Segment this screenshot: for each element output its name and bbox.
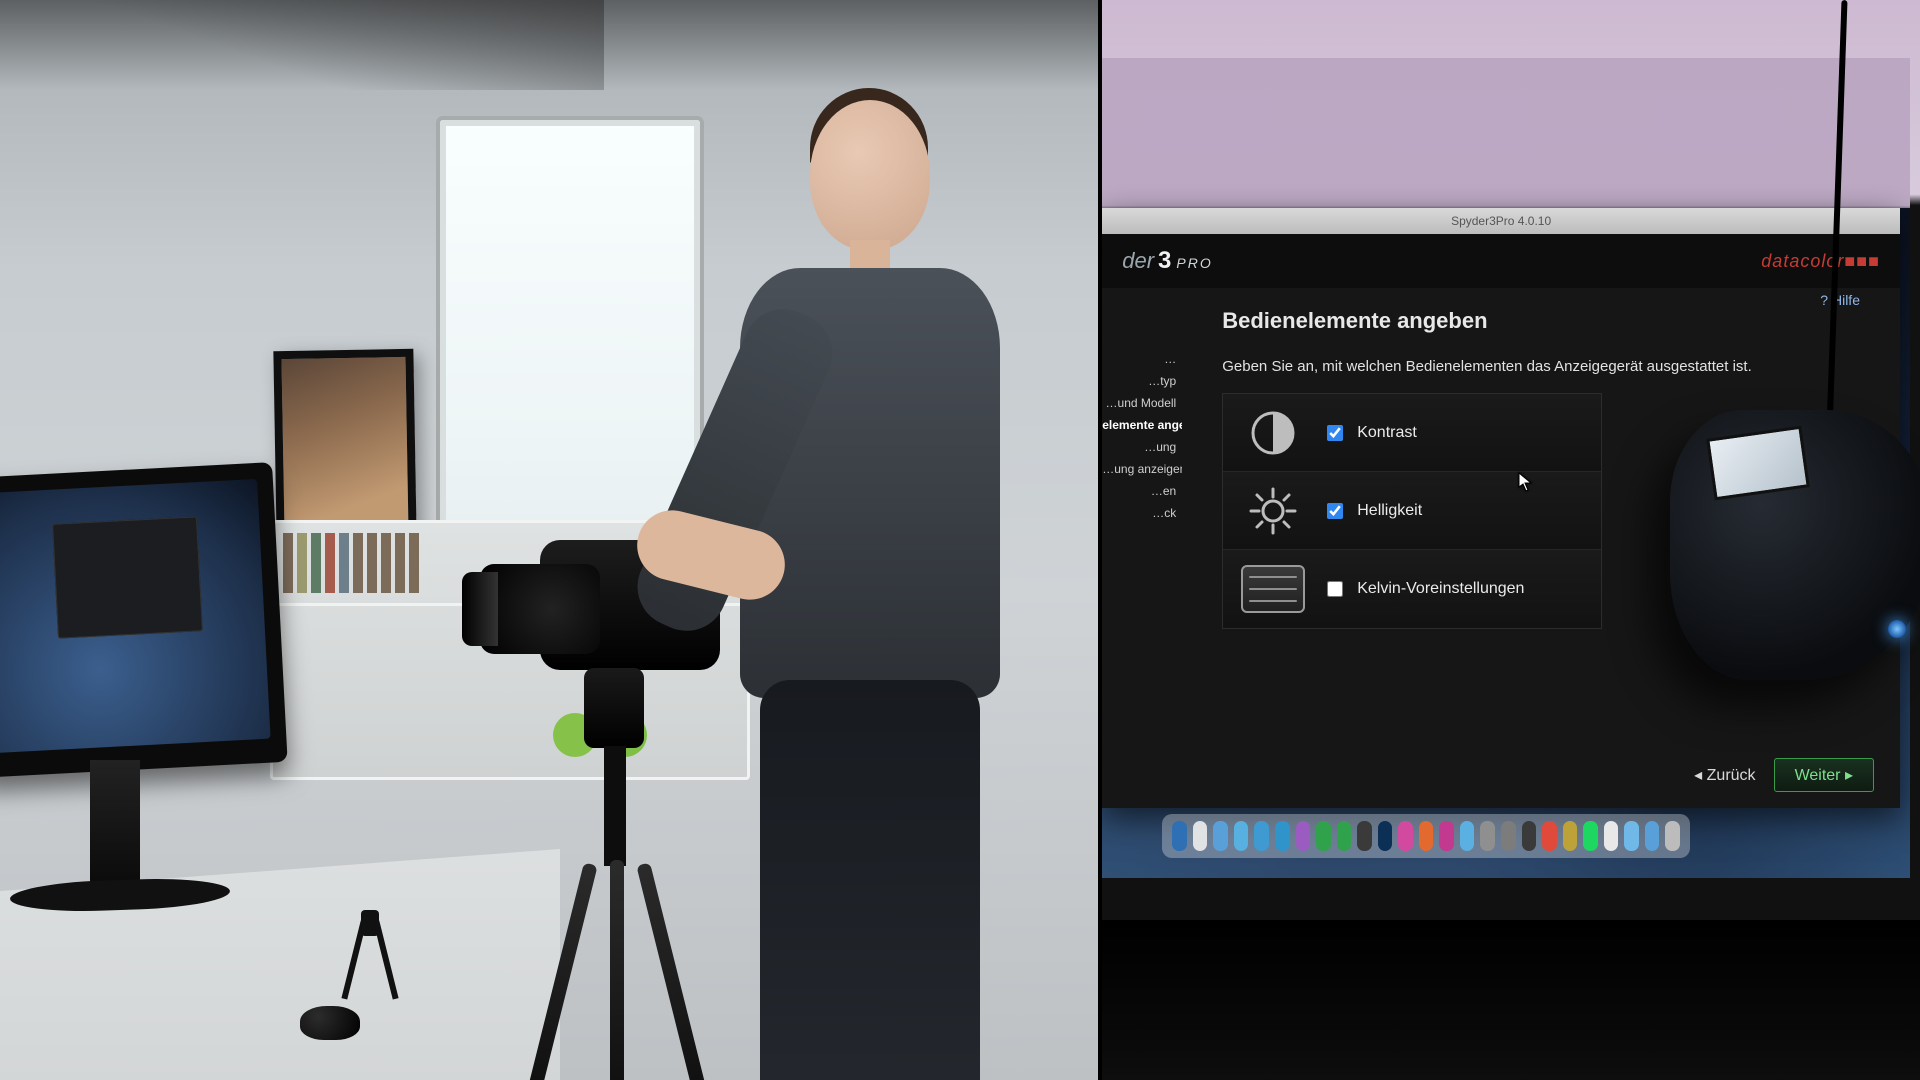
wizard-step[interactable]: …ung — [1102, 436, 1182, 458]
camera-lens — [480, 564, 600, 654]
wizard-step[interactable]: …ung anzeigen — [1102, 458, 1182, 480]
monitor-base — [10, 876, 231, 914]
page-subtitle: Geben Sie an, mit welchen Bedienelemente… — [1222, 358, 1860, 375]
dock-app-icon[interactable] — [1460, 821, 1475, 851]
monitor-frame: Spyder3Pro 4.0.10 der 3 PRO datacolor■■■… — [1098, 0, 1920, 1080]
back-button-label: Zurück — [1707, 767, 1756, 784]
dock-app-icon[interactable] — [1522, 821, 1537, 851]
spyder-colorimeter — [1670, 410, 1920, 680]
tripod-leg — [610, 860, 624, 1080]
kontrast-checkbox[interactable]: Kontrast — [1327, 424, 1417, 442]
back-button[interactable]: ◂ Zurück — [1694, 765, 1755, 785]
dock-app-icon[interactable] — [1316, 821, 1331, 851]
mac-dock[interactable] — [1162, 814, 1690, 858]
wizard-step[interactable]: …ck — [1102, 502, 1182, 524]
help-link[interactable]: ? Hilfe — [1820, 292, 1860, 308]
dock-app-icon[interactable] — [1193, 821, 1208, 851]
next-button-label: Weiter — [1795, 767, 1841, 784]
tripod-leg — [516, 862, 597, 1080]
helligkeit-label: Helligkeit — [1357, 502, 1422, 520]
colorimeter-led-icon — [1888, 620, 1906, 638]
vendor-logo: datacolor■■■ — [1761, 251, 1880, 272]
option-row-helligkeit: Helligkeit — [1223, 472, 1601, 550]
dock-app-icon[interactable] — [1583, 821, 1598, 851]
dock-app-icon[interactable] — [1563, 821, 1578, 851]
wizard-step[interactable]: …en — [1102, 480, 1182, 502]
window-titlebar[interactable]: Spyder3Pro 4.0.10 — [1102, 208, 1900, 234]
dock-app-icon[interactable] — [1213, 821, 1228, 851]
studio-photo — [0, 0, 1098, 1080]
dock-app-icon[interactable] — [1542, 821, 1557, 851]
ceiling-corner — [0, 0, 604, 90]
wizard-nav: ◂ Zurück Weiter ▸ — [1694, 758, 1874, 792]
option-row-kelvin: Kelvin-Voreinstellungen — [1223, 550, 1601, 628]
kelvin-label: Kelvin-Voreinstellungen — [1357, 580, 1524, 598]
option-row-kontrast: Kontrast — [1223, 394, 1601, 472]
colorimeter-sensor-window — [1706, 426, 1810, 501]
dock-app-icon[interactable] — [1624, 821, 1639, 851]
desktop-monitor — [0, 470, 300, 930]
kontrast-checkbox-input[interactable] — [1327, 425, 1343, 441]
app-brand: der 3 PRO — [1122, 247, 1213, 275]
dock-app-icon[interactable] — [1234, 821, 1249, 851]
monitor-stand — [90, 760, 140, 890]
mini-tripod — [345, 910, 395, 1000]
dock-app-icon[interactable] — [1296, 821, 1311, 851]
wizard-step[interactable]: …und Modell — [1102, 392, 1182, 414]
monitor-bottom-bezel — [1102, 920, 1920, 1080]
dock-app-icon[interactable] — [1357, 821, 1372, 851]
wizard-step[interactable]: …typ — [1102, 370, 1182, 392]
page-title: Bedienelemente angeben — [1222, 308, 1860, 334]
wizard-step[interactable]: elemente angeben — [1102, 414, 1182, 436]
helligkeit-checkbox[interactable]: Helligkeit — [1327, 502, 1422, 520]
dock-app-icon[interactable] — [1337, 821, 1352, 851]
tripod-head — [584, 668, 644, 748]
next-button[interactable]: Weiter ▸ — [1774, 758, 1874, 792]
dock-app-icon[interactable] — [1419, 821, 1434, 851]
dock-app-icon[interactable] — [1501, 821, 1516, 851]
helligkeit-checkbox-input[interactable] — [1327, 503, 1343, 519]
monitor-app-window — [52, 516, 203, 638]
dock-app-icon[interactable] — [1254, 821, 1269, 851]
dock-app-icon[interactable] — [1480, 821, 1495, 851]
wizard-steps-sidebar: ……typ…und Modellelemente angeben…ung…ung… — [1102, 288, 1182, 808]
contrast-icon — [1241, 406, 1305, 460]
brightness-icon — [1241, 484, 1305, 538]
dock-app-icon[interactable] — [1378, 821, 1393, 851]
dock-app-icon[interactable] — [1275, 821, 1290, 851]
app-header: der 3 PRO datacolor■■■ — [1102, 234, 1900, 288]
kelvin-checkbox-input[interactable] — [1327, 581, 1343, 597]
dock-app-icon[interactable] — [1398, 821, 1413, 851]
kelvin-checkbox[interactable]: Kelvin-Voreinstellungen — [1327, 580, 1524, 598]
brand-suffix: PRO — [1176, 255, 1212, 271]
dock-app-icon[interactable] — [1439, 821, 1454, 851]
controls-panel: Kontrast — [1222, 393, 1602, 629]
kontrast-label: Kontrast — [1357, 424, 1417, 442]
tripod-column — [604, 746, 626, 866]
presenter — [720, 100, 1000, 1070]
brand-number: 3 — [1158, 247, 1172, 275]
mouse — [300, 1006, 360, 1040]
brand-prefix: der — [1122, 248, 1154, 274]
wizard-step[interactable]: … — [1102, 348, 1182, 370]
dock-app-icon[interactable] — [1172, 821, 1187, 851]
kelvin-preset-icon — [1241, 562, 1305, 616]
dock-app-icon[interactable] — [1645, 821, 1660, 851]
dock-app-icon[interactable] — [1604, 821, 1619, 851]
dock-app-icon[interactable] — [1665, 821, 1680, 851]
monitor-closeup: Spyder3Pro 4.0.10 der 3 PRO datacolor■■■… — [1098, 0, 1920, 1080]
tripod-leg — [636, 862, 717, 1080]
